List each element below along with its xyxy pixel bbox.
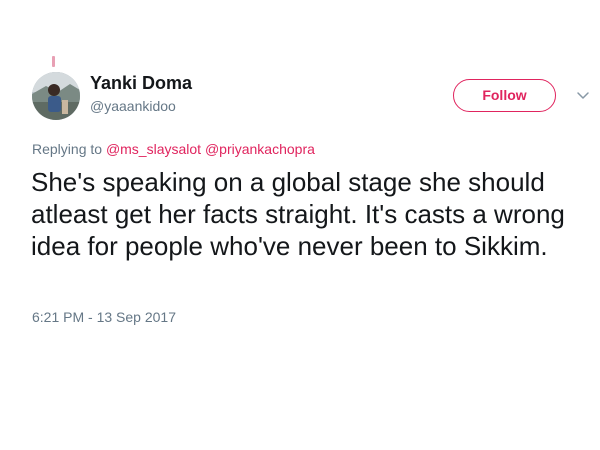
author-display-name[interactable]: Yanki Doma <box>90 73 192 94</box>
tweet-timestamp[interactable]: 6:21 PM - 13 Sep 2017 <box>32 309 176 325</box>
tweet-text: She's speaking on a global stage she sho… <box>31 167 565 261</box>
chevron-down-icon[interactable] <box>576 90 590 102</box>
follow-button[interactable]: Follow <box>453 79 556 112</box>
avatar[interactable] <box>32 72 80 120</box>
user-avatar-photo <box>32 72 80 120</box>
mention-link[interactable]: @ms_slaysalot <box>106 141 201 157</box>
reply-context: Replying to @ms_slaysalot @priyankachopr… <box>32 141 315 157</box>
author-handle[interactable]: @yaaankidoo <box>90 98 176 114</box>
reply-prefix-label: Replying to <box>32 141 103 157</box>
thread-connector-line <box>52 56 55 67</box>
mention-link[interactable]: @priyankachopra <box>205 141 315 157</box>
